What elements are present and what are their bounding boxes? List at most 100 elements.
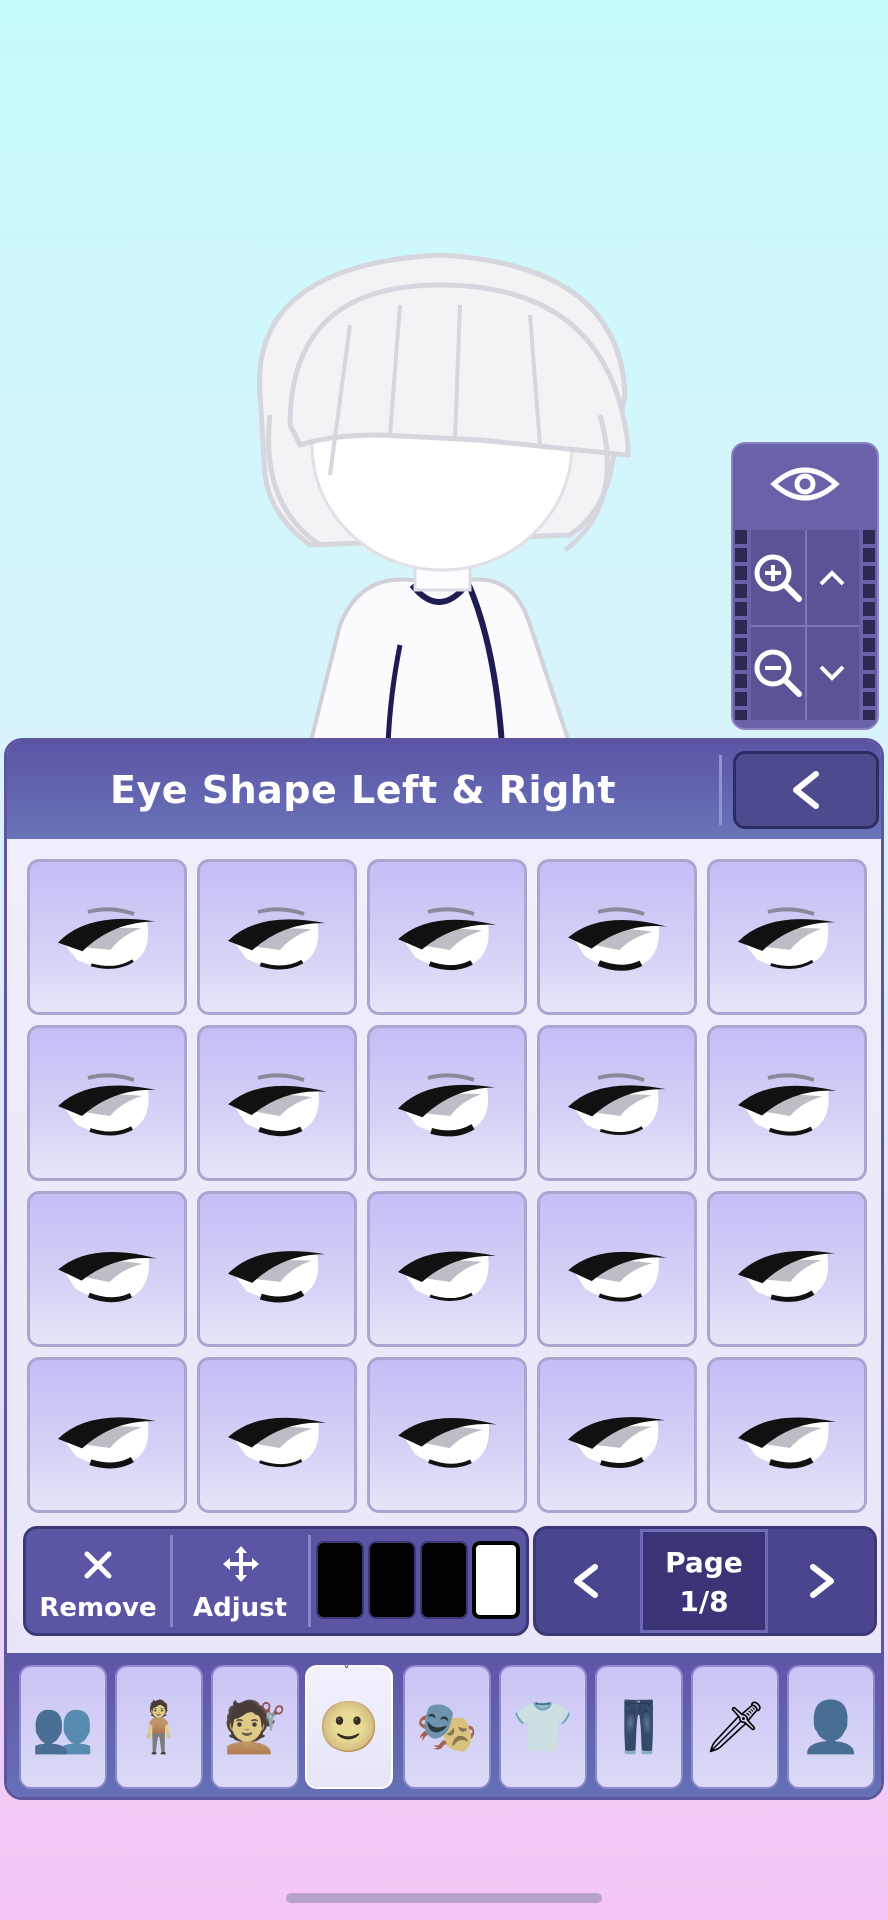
eye-shape-icon xyxy=(738,1417,836,1469)
eye-shape-option[interactable] xyxy=(707,1357,867,1513)
eye-icon xyxy=(770,467,840,501)
zoom-out-button[interactable] xyxy=(751,625,805,720)
zoom-in-button[interactable] xyxy=(751,530,805,625)
category-bar: 👥 🧍 💇 🙂 ˇ 🎭 👕 👖 🗡 👤 xyxy=(7,1653,881,1797)
eye-shape-option[interactable] xyxy=(367,1357,527,1513)
eye-shape-icon xyxy=(567,1073,666,1135)
mask-hat-icon: 🎭 xyxy=(415,1698,479,1756)
eye-shape-icon xyxy=(398,1251,496,1301)
eye-shape-icon xyxy=(228,1073,327,1137)
eye-shape-option[interactable] xyxy=(537,859,697,1015)
header-divider xyxy=(719,755,722,825)
toggle-visibility-button[interactable] xyxy=(733,444,877,524)
category-tab-top[interactable]: 👕 xyxy=(499,1665,587,1789)
category-tab-bottom[interactable]: 👖 xyxy=(595,1665,683,1789)
body-icon: 🧍 xyxy=(127,1698,191,1756)
eye-shape-option[interactable] xyxy=(27,1025,187,1181)
eye-shape-option[interactable] xyxy=(707,1025,867,1181)
chevron-left-icon xyxy=(793,771,819,809)
pants-icon: 👖 xyxy=(607,1698,671,1756)
eye-shape-icon xyxy=(737,1250,835,1302)
eye-shape-option[interactable] xyxy=(27,1191,187,1347)
chevron-down-icon xyxy=(819,665,845,681)
eye-shape-icon xyxy=(57,1417,156,1469)
eye-shape-option[interactable] xyxy=(27,1357,187,1513)
eye-shape-icon xyxy=(567,1417,666,1468)
profile-icon: 👤 xyxy=(799,1698,863,1756)
adjust-button[interactable]: Adjust xyxy=(174,1529,306,1633)
color-swatch-2[interactable] xyxy=(368,1541,416,1619)
eye-shape-option[interactable] xyxy=(367,1191,527,1347)
color-swatch-1[interactable] xyxy=(316,1541,364,1619)
page-label: Page xyxy=(665,1546,743,1579)
tool-bar: Remove Adjust xyxy=(23,1526,529,1636)
eye-shape-option[interactable] xyxy=(27,859,187,1015)
category-tab-face[interactable]: 🙂 ˇ xyxy=(305,1665,393,1789)
eye-shape-option[interactable] xyxy=(367,1025,527,1181)
tool-divider xyxy=(308,1535,311,1627)
category-tab-items[interactable]: 🗡 xyxy=(691,1665,779,1789)
eye-shape-option[interactable] xyxy=(707,1191,867,1347)
eye-shape-option[interactable] xyxy=(197,859,357,1015)
zoom-in-icon xyxy=(754,554,802,602)
face-icon: 🙂 xyxy=(317,1698,381,1756)
category-tab-body[interactable]: 🧍 xyxy=(115,1665,203,1789)
view-controls-panel xyxy=(731,442,879,730)
eye-shape-icon xyxy=(58,1251,157,1303)
eye-shape-option[interactable] xyxy=(367,859,527,1015)
pagination: Page 1/8 xyxy=(533,1526,877,1636)
eye-shape-icon xyxy=(398,1417,497,1468)
category-tab-hair[interactable]: 💇 xyxy=(211,1665,299,1789)
close-icon xyxy=(84,1551,112,1579)
chevron-up-icon xyxy=(819,569,845,585)
eye-shape-option[interactable] xyxy=(197,1025,357,1181)
character-preview xyxy=(257,252,631,745)
eye-shape-icon xyxy=(58,1073,156,1136)
chevron-left-icon xyxy=(574,1564,598,1598)
remove-label: Remove xyxy=(39,1593,157,1623)
page-indicator: Page 1/8 xyxy=(640,1529,768,1633)
eye-shape-option[interactable] xyxy=(537,1357,697,1513)
characters-icon: 👥 xyxy=(31,1698,95,1756)
eye-shape-icon xyxy=(397,1073,495,1137)
adjust-label: Adjust xyxy=(192,1593,288,1623)
eye-shape-option[interactable] xyxy=(707,859,867,1015)
customization-panel: Eye Shape Left & Right Remove Adjust Pag… xyxy=(4,738,884,1800)
eye-shape-option[interactable] xyxy=(537,1025,697,1181)
shirt-icon: 👕 xyxy=(511,1698,575,1756)
eye-shape-option[interactable] xyxy=(537,1191,697,1347)
prev-page-button[interactable] xyxy=(536,1529,636,1633)
panel-header: Eye Shape Left & Right xyxy=(7,741,881,839)
category-tab-presets[interactable]: 👥 xyxy=(19,1665,107,1789)
eye-shape-icon xyxy=(227,1251,326,1303)
eye-shape-icon xyxy=(227,907,326,970)
eye-shape-icon xyxy=(398,907,497,971)
next-page-button[interactable] xyxy=(772,1529,872,1633)
page-value: 1/8 xyxy=(679,1585,729,1618)
sword-icon: 🗡 xyxy=(703,1698,767,1756)
move-up-button[interactable] xyxy=(805,530,859,625)
move-arrows-icon xyxy=(223,1546,259,1582)
move-down-button[interactable] xyxy=(805,625,859,720)
back-button[interactable] xyxy=(733,751,879,829)
eye-shape-option[interactable] xyxy=(197,1357,357,1513)
panel-title: Eye Shape Left & Right xyxy=(110,768,616,812)
color-swatch-4[interactable] xyxy=(472,1541,520,1619)
active-indicator-icon: ˇ xyxy=(343,1665,350,1681)
color-swatch-3[interactable] xyxy=(420,1541,468,1619)
eye-shape-icon xyxy=(568,907,667,971)
hair-icon: 💇 xyxy=(223,1698,287,1756)
zoom-out-icon xyxy=(754,649,802,697)
eye-shape-icon xyxy=(57,907,155,969)
chevron-right-icon xyxy=(810,1564,834,1598)
eye-shape-icon xyxy=(737,907,836,969)
eye-shape-icon xyxy=(738,1073,837,1136)
remove-button[interactable]: Remove xyxy=(26,1529,170,1633)
home-indicator xyxy=(286,1893,602,1903)
eye-shape-option[interactable] xyxy=(197,1191,357,1347)
category-tab-accessories[interactable]: 🎭 xyxy=(403,1665,491,1789)
eye-shape-icon xyxy=(568,1251,667,1302)
tool-divider xyxy=(170,1535,173,1627)
eye-shape-icon xyxy=(228,1417,327,1468)
category-tab-profile[interactable]: 👤 xyxy=(787,1665,875,1789)
